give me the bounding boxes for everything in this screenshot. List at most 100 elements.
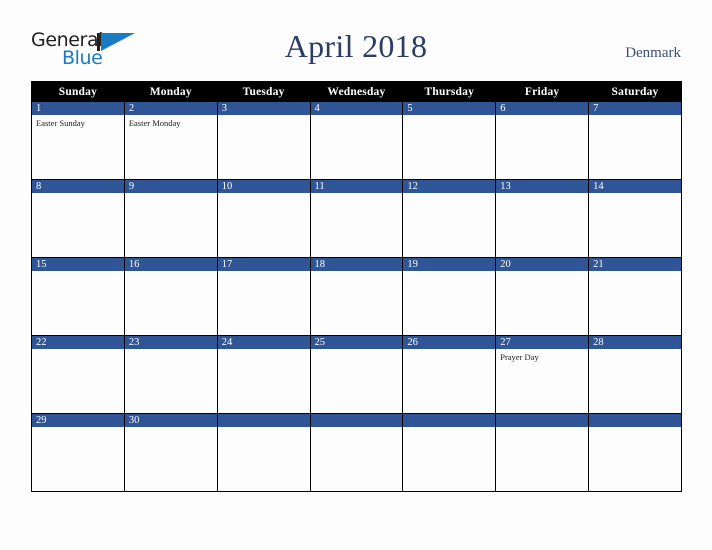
holiday-event-label: Easter Sunday — [36, 118, 85, 128]
calendar-day-cell[interactable]: 30 — [123, 413, 218, 492]
day-event-list — [311, 349, 403, 352]
day-cell-inner: 4 — [310, 102, 403, 179]
calendar-day-cell[interactable]: 19 — [402, 257, 497, 336]
calendar-day-cell[interactable]: 26 — [402, 335, 497, 414]
day-number: 12 — [403, 180, 496, 193]
day-cell-inner: 29 — [32, 414, 124, 491]
calendar-day-cell[interactable] — [402, 413, 497, 492]
calendar-day-cell[interactable]: 1 Easter Sunday — [31, 101, 125, 180]
day-number: 15 — [32, 258, 124, 271]
day-cell-inner: 17 — [217, 258, 310, 335]
day-cell-inner: 8 — [32, 180, 124, 257]
day-cell-inner: 24 — [217, 336, 310, 413]
day-event-list — [218, 115, 310, 118]
calendar-day-cell[interactable]: 13 — [495, 179, 590, 258]
calendar-day-cell[interactable]: 24 — [216, 335, 311, 414]
calendar-day-cell[interactable] — [309, 413, 404, 492]
day-number: 11 — [310, 180, 403, 193]
calendar-day-cell[interactable]: 17 — [216, 257, 311, 336]
day-number: 29 — [32, 414, 124, 427]
calendar-day-cell[interactable]: 8 — [31, 179, 125, 258]
day-event-list — [32, 271, 124, 274]
day-cell-inner: 30 — [124, 414, 217, 491]
day-of-week-saturday: Saturday — [588, 81, 682, 102]
day-cell-inner — [496, 414, 589, 491]
day-number: 24 — [217, 336, 310, 349]
day-number: 26 — [403, 336, 496, 349]
calendar-day-cell[interactable]: 25 — [309, 335, 404, 414]
calendar-week-row: 22 23 24 25 26 27 Prayer Day 28 — [31, 335, 682, 414]
day-cell-inner: 6 — [496, 102, 589, 179]
day-event-list — [403, 427, 495, 430]
day-event-list — [311, 427, 403, 430]
calendar-day-cell[interactable]: 23 — [123, 335, 218, 414]
calendar-day-cell[interactable]: 22 — [31, 335, 125, 414]
day-cell-inner: 2 Easter Monday — [124, 102, 217, 179]
day-of-week-wednesday: Wednesday — [310, 81, 404, 102]
calendar-day-cell[interactable]: 9 — [123, 179, 218, 258]
day-number: 8 — [32, 180, 124, 193]
day-cell-inner — [403, 414, 496, 491]
day-number: 22 — [32, 336, 124, 349]
day-number: 18 — [310, 258, 403, 271]
calendar-day-cell[interactable]: 5 — [402, 101, 497, 180]
calendar-day-cell[interactable] — [588, 413, 682, 492]
day-cell-inner: 15 — [32, 258, 124, 335]
day-number: 17 — [217, 258, 310, 271]
day-event-list — [589, 427, 681, 430]
day-event-list — [32, 349, 124, 352]
day-event-list — [403, 193, 495, 196]
day-cell-inner: 1 Easter Sunday — [32, 102, 124, 179]
calendar-day-cell[interactable]: 15 — [31, 257, 125, 336]
day-cell-inner — [217, 414, 310, 491]
calendar-day-cell[interactable]: 18 — [309, 257, 404, 336]
day-number: 5 — [403, 102, 496, 115]
day-event-list — [125, 427, 217, 430]
calendar-week-row: 29 30 — [31, 413, 682, 492]
day-event-list — [125, 349, 217, 352]
calendar-day-cell[interactable]: 14 — [588, 179, 682, 258]
day-cell-inner: 23 — [124, 336, 217, 413]
day-event-list — [589, 349, 681, 352]
day-number: 23 — [124, 336, 217, 349]
day-number: 7 — [589, 102, 681, 115]
calendar-day-cell[interactable]: 10 — [216, 179, 311, 258]
day-event-list — [589, 193, 681, 196]
calendar-day-cell[interactable]: 7 — [588, 101, 682, 180]
calendar-day-cell[interactable]: 29 — [31, 413, 125, 492]
calendar-day-cell[interactable]: 27 Prayer Day — [495, 335, 590, 414]
day-event-list: Easter Monday — [125, 115, 217, 129]
day-number: 21 — [589, 258, 681, 271]
calendar-day-cell[interactable]: 4 — [309, 101, 404, 180]
calendar-day-cell[interactable]: 21 — [588, 257, 682, 336]
calendar-day-cell[interactable]: 6 — [495, 101, 590, 180]
calendar-day-cell[interactable]: 16 — [123, 257, 218, 336]
day-cell-inner: 20 — [496, 258, 589, 335]
calendar-day-cell[interactable]: 3 — [216, 101, 311, 180]
calendar-day-cell[interactable] — [495, 413, 590, 492]
calendar-day-cell[interactable]: 12 — [402, 179, 497, 258]
day-number: 13 — [496, 180, 589, 193]
day-number: 27 — [496, 336, 589, 349]
day-event-list — [403, 115, 495, 118]
day-cell-inner: 26 — [403, 336, 496, 413]
day-number — [496, 414, 589, 427]
holiday-event-label: Prayer Day — [500, 352, 539, 362]
calendar-day-cell[interactable]: 28 — [588, 335, 682, 414]
day-cell-inner: 14 — [589, 180, 681, 257]
day-number: 10 — [217, 180, 310, 193]
day-number: 4 — [310, 102, 403, 115]
day-number: 9 — [124, 180, 217, 193]
calendar-day-cell[interactable]: 20 — [495, 257, 590, 336]
country-label: Denmark — [625, 45, 681, 61]
day-number — [217, 414, 310, 427]
day-cell-inner: 25 — [310, 336, 403, 413]
calendar-day-cell[interactable]: 11 — [309, 179, 404, 258]
calendar-day-cell[interactable]: 2 Easter Monday — [123, 101, 218, 180]
day-cell-inner — [310, 414, 403, 491]
calendar-day-cell[interactable] — [216, 413, 311, 492]
day-number: 28 — [589, 336, 681, 349]
day-event-list — [125, 271, 217, 274]
day-event-list: Easter Sunday — [32, 115, 124, 129]
day-number: 30 — [124, 414, 217, 427]
